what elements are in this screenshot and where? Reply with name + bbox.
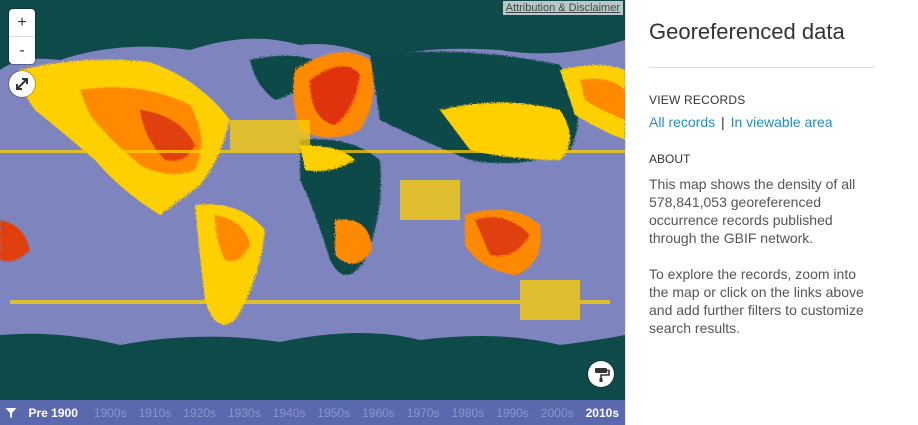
- paint-roller-icon: [595, 368, 610, 382]
- decade-1900s[interactable]: 1900s: [88, 406, 133, 420]
- zoom-control: + -: [9, 9, 35, 64]
- expand-icon: [16, 78, 28, 90]
- zoom-in-button[interactable]: +: [9, 9, 35, 36]
- link-separator: |: [721, 114, 725, 130]
- decade-pre1900[interactable]: Pre 1900: [23, 406, 84, 420]
- map-tiles: [0, 0, 625, 400]
- fullscreen-button[interactable]: [9, 71, 35, 97]
- zoom-out-button[interactable]: -: [9, 36, 35, 64]
- map-style-button[interactable]: [588, 361, 614, 387]
- decade-timeline: Pre 1900 1900s 1910s 1920s 1930s 1940s 1…: [0, 400, 625, 425]
- all-records-link[interactable]: All records: [649, 114, 715, 130]
- panel-title: Georeferenced data: [649, 19, 845, 44]
- decade-1990s[interactable]: 1990s: [490, 406, 535, 420]
- divider: [649, 67, 875, 68]
- attribution-link[interactable]: Attribution & Disclaimer: [502, 1, 623, 15]
- decade-2010s[interactable]: 2010s: [580, 406, 625, 420]
- about-heading: ABOUT: [649, 152, 691, 166]
- filter-icon: [5, 407, 17, 418]
- view-records-links: All records | In viewable area: [649, 114, 918, 130]
- viewable-area-link[interactable]: In viewable area: [731, 114, 833, 130]
- decade-1920s[interactable]: 1920s: [177, 406, 222, 420]
- density-map[interactable]: + - Attribution & Disclaimer Pre 1900 19…: [0, 0, 625, 425]
- view-records-heading: VIEW RECORDS: [649, 93, 746, 107]
- decade-1960s[interactable]: 1960s: [356, 406, 401, 420]
- decade-1950s[interactable]: 1950s: [311, 406, 356, 420]
- filter-button[interactable]: [0, 400, 23, 425]
- decade-1980s[interactable]: 1980s: [446, 406, 491, 420]
- decade-2000s[interactable]: 2000s: [535, 406, 580, 420]
- decade-1940s[interactable]: 1940s: [267, 406, 312, 420]
- about-paragraph-2: To explore the records, zoom into the ma…: [649, 266, 864, 336]
- about-paragraph-1: This map shows the density of all 578,84…: [649, 176, 856, 246]
- info-panel: Georeferenced data VIEW RECORDS All reco…: [625, 0, 918, 425]
- decade-1970s[interactable]: 1970s: [401, 406, 446, 420]
- decade-1930s[interactable]: 1930s: [222, 406, 267, 420]
- decade-1910s[interactable]: 1910s: [133, 406, 178, 420]
